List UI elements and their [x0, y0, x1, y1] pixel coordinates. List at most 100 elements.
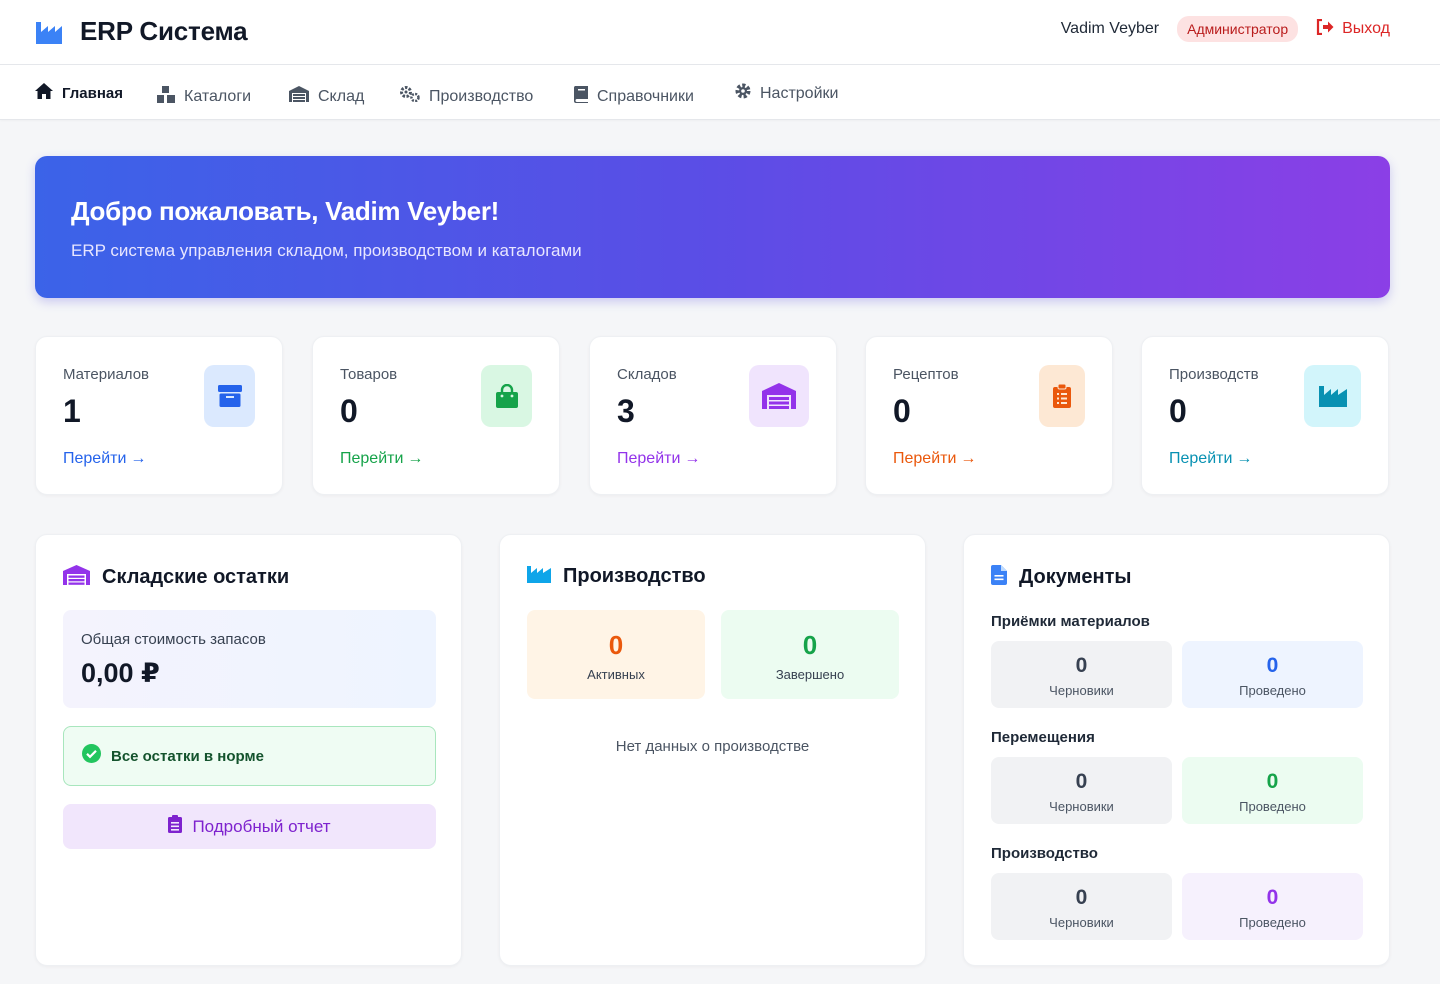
- app-title: ERP Система: [80, 16, 248, 46]
- stock-panel: Складские остатки Общая стоимость запасо…: [35, 534, 462, 966]
- clipboard-list-icon: [1039, 365, 1085, 427]
- warehouse-icon: [289, 86, 309, 107]
- panel-title: Складские остатки: [102, 566, 290, 588]
- doc-posted-box[interactable]: 0 Проведено: [1182, 757, 1363, 824]
- doc-drafts-value: 0: [1075, 654, 1088, 677]
- production-empty-text: Нет данных о производстве: [615, 738, 810, 755]
- gears-icon: [400, 86, 420, 107]
- stat-card-products: Товаров 0 Перейти →: [312, 336, 560, 495]
- doc-drafts-label: Черновики: [1049, 915, 1114, 930]
- stat-link-productions[interactable]: Перейти →: [1169, 450, 1252, 468]
- main-nav: Главная Каталоги Склад Производство Спра…: [0, 65, 1440, 120]
- logout-button[interactable]: Выход: [1316, 18, 1390, 40]
- nav-item-warehouse[interactable]: Склад: [289, 86, 364, 107]
- doc-drafts-value: 0: [1075, 770, 1088, 793]
- stat-label: Материалов: [63, 366, 150, 383]
- link-label: Перейти: [63, 450, 127, 467]
- stock-status-text: Все остатки в норме: [111, 747, 264, 765]
- doc-drafts-label: Черновики: [1049, 799, 1114, 814]
- logout-label: Выход: [1342, 20, 1390, 37]
- production-panel: Производство 0 Активных 0 Завершено Нет …: [499, 534, 926, 966]
- check-circle-icon: [82, 744, 101, 768]
- stat-link-products[interactable]: Перейти →: [340, 450, 423, 468]
- nav-label: Производство: [429, 87, 534, 105]
- doc-posted-value: 0: [1266, 886, 1279, 909]
- nav-item-production[interactable]: Производство: [400, 86, 533, 107]
- detailed-report-button[interactable]: Подробный отчет: [63, 804, 436, 849]
- doc-drafts-box[interactable]: 0 Черновики: [991, 873, 1172, 940]
- top-header: ERP Система Vadim Veyber Администратор В…: [0, 0, 1440, 65]
- doc-posted-value: 0: [1266, 770, 1279, 793]
- stat-link-materials[interactable]: Перейти →: [63, 450, 146, 468]
- nav-item-settings[interactable]: Настройки: [735, 83, 838, 104]
- production-done-label: Завершено: [775, 667, 845, 682]
- stat-value: 0: [340, 393, 358, 429]
- brand[interactable]: ERP Система: [36, 16, 248, 47]
- warehouse-icon: [63, 565, 90, 590]
- welcome-banner: Добро пожаловать, Vadim Veyber! ERP сист…: [35, 156, 1390, 298]
- doc-posted-label: Проведено: [1239, 915, 1306, 930]
- welcome-title: Добро пожаловать, Vadim Veyber!: [71, 196, 500, 226]
- industry-icon: [36, 20, 64, 44]
- doc-posted-value: 0: [1266, 654, 1279, 677]
- nav-label: Справочники: [597, 88, 694, 105]
- nav-label: Главная: [62, 84, 124, 102]
- stat-label: Товаров: [340, 366, 398, 383]
- production-done-value: 0: [802, 630, 818, 660]
- arrow-right-icon: →: [960, 450, 977, 467]
- production-active-box: 0 Активных: [527, 610, 705, 699]
- stat-link-recipes[interactable]: Перейти →: [893, 450, 976, 468]
- stock-status-box: Все остатки в норме: [63, 726, 436, 786]
- link-label: Перейти: [617, 450, 681, 467]
- stat-label: Производств: [1169, 366, 1259, 383]
- documents-panel: Документы Приёмки материалов 0 Черновики…: [963, 534, 1390, 966]
- industry-icon: [527, 565, 551, 588]
- stat-value: 0: [893, 393, 911, 429]
- arrow-right-icon: →: [1236, 450, 1253, 467]
- link-label: Перейти: [1169, 450, 1233, 467]
- nav-label: Настройки: [760, 84, 839, 102]
- link-label: Перейти: [893, 450, 957, 467]
- doc-drafts-box[interactable]: 0 Черновики: [991, 757, 1172, 824]
- production-active-value: 0: [608, 630, 624, 660]
- stat-card-productions: Производств 0 Перейти →: [1141, 336, 1389, 495]
- link-label: Перейти: [340, 450, 404, 467]
- stat-link-warehouses[interactable]: Перейти →: [617, 450, 700, 468]
- book-icon: [573, 86, 588, 108]
- arrow-right-icon: →: [407, 450, 424, 467]
- doc-posted-box[interactable]: 0 Проведено: [1182, 641, 1363, 708]
- stat-card-warehouses: Складов 3 Перейти →: [589, 336, 837, 495]
- doc-drafts-label: Черновики: [1049, 683, 1114, 698]
- doc-posted-box[interactable]: 0 Проведено: [1182, 873, 1363, 940]
- doc-posted-label: Проведено: [1239, 799, 1306, 814]
- doc-section-title: Перемещения: [991, 729, 1095, 746]
- user-name: Vadim Veyber: [1060, 20, 1160, 37]
- welcome-subtitle: ERP система управления складом, производ…: [71, 241, 582, 260]
- stock-total-value: 0,00 ₽: [81, 658, 160, 688]
- stat-card-materials: Материалов 1 Перейти →: [35, 336, 283, 495]
- stock-total-box: Общая стоимость запасов 0,00 ₽: [63, 610, 436, 708]
- shopping-bag-icon: [481, 365, 532, 427]
- stat-label: Складов: [617, 366, 677, 383]
- sign-out-icon: [1316, 18, 1334, 40]
- home-icon: [35, 83, 53, 103]
- nav-item-catalogs[interactable]: Каталоги: [157, 86, 251, 108]
- arrow-right-icon: →: [130, 450, 147, 467]
- arrow-right-icon: →: [684, 450, 701, 467]
- production-active-label: Активных: [587, 667, 645, 682]
- production-done-box: 0 Завершено: [721, 610, 899, 699]
- nav-item-references[interactable]: Справочники: [573, 86, 694, 108]
- nav-label: Каталоги: [184, 88, 252, 105]
- stat-value: 3: [617, 393, 635, 429]
- nav-label: Склад: [318, 87, 365, 105]
- stock-total-label: Общая стоимость запасов: [81, 631, 266, 648]
- industry-icon: [1304, 365, 1361, 427]
- doc-posted-label: Проведено: [1239, 683, 1306, 698]
- file-icon: [991, 565, 1007, 590]
- panel-header: Производство: [527, 565, 706, 588]
- cog-icon: [735, 83, 751, 104]
- cubes-icon: [157, 86, 175, 108]
- doc-section-title: Производство: [991, 845, 1098, 862]
- nav-item-home[interactable]: Главная: [35, 83, 123, 103]
- doc-drafts-box[interactable]: 0 Черновики: [991, 641, 1172, 708]
